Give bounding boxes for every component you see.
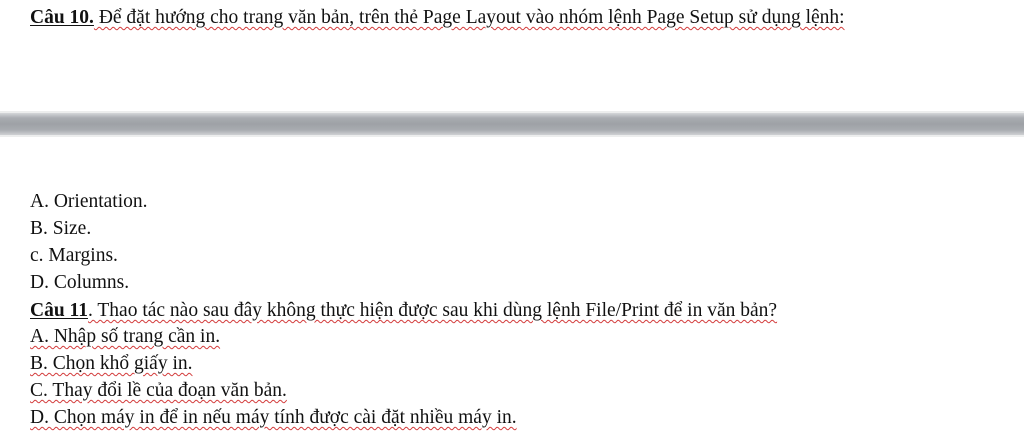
question-10-option-a: A. Orientation. xyxy=(30,191,148,212)
question-11-text: . Thao tác nào sau đây không thực hiện đ… xyxy=(87,300,778,321)
page-break-divider xyxy=(0,113,1024,135)
question-10-option-c: c. Margins. xyxy=(30,245,118,266)
question-10-stem: Câu 10. Để đặt hướng cho trang văn bản, … xyxy=(30,6,845,30)
question-11-option-c: C. Thay đổi lề của đoạn văn bản. xyxy=(30,380,287,401)
question-10-title: Câu 10. xyxy=(30,7,94,28)
page-break-edge-bottom xyxy=(0,135,1024,137)
question-11-stem: Câu 11. Thao tác nào sau đây không thực … xyxy=(30,299,777,323)
question-11-title: Câu 11 xyxy=(30,300,88,321)
document-page: Câu 10. Để đặt hướng cho trang văn bản, … xyxy=(0,0,1024,435)
question-11-option-b: B. Chọn khổ giấy in. xyxy=(30,353,193,374)
question-10-option-d: D. Columns. xyxy=(30,272,130,293)
question-10-option-b: B. Size. xyxy=(30,218,92,239)
question-10-text: Để đặt hướng cho trang văn bản, trên thẻ… xyxy=(93,7,845,28)
question-11-option-d: D. Chọn máy in để in nếu máy tính được c… xyxy=(30,407,517,428)
question-11-option-a: A. Nhập số trang cần in. xyxy=(30,326,221,347)
